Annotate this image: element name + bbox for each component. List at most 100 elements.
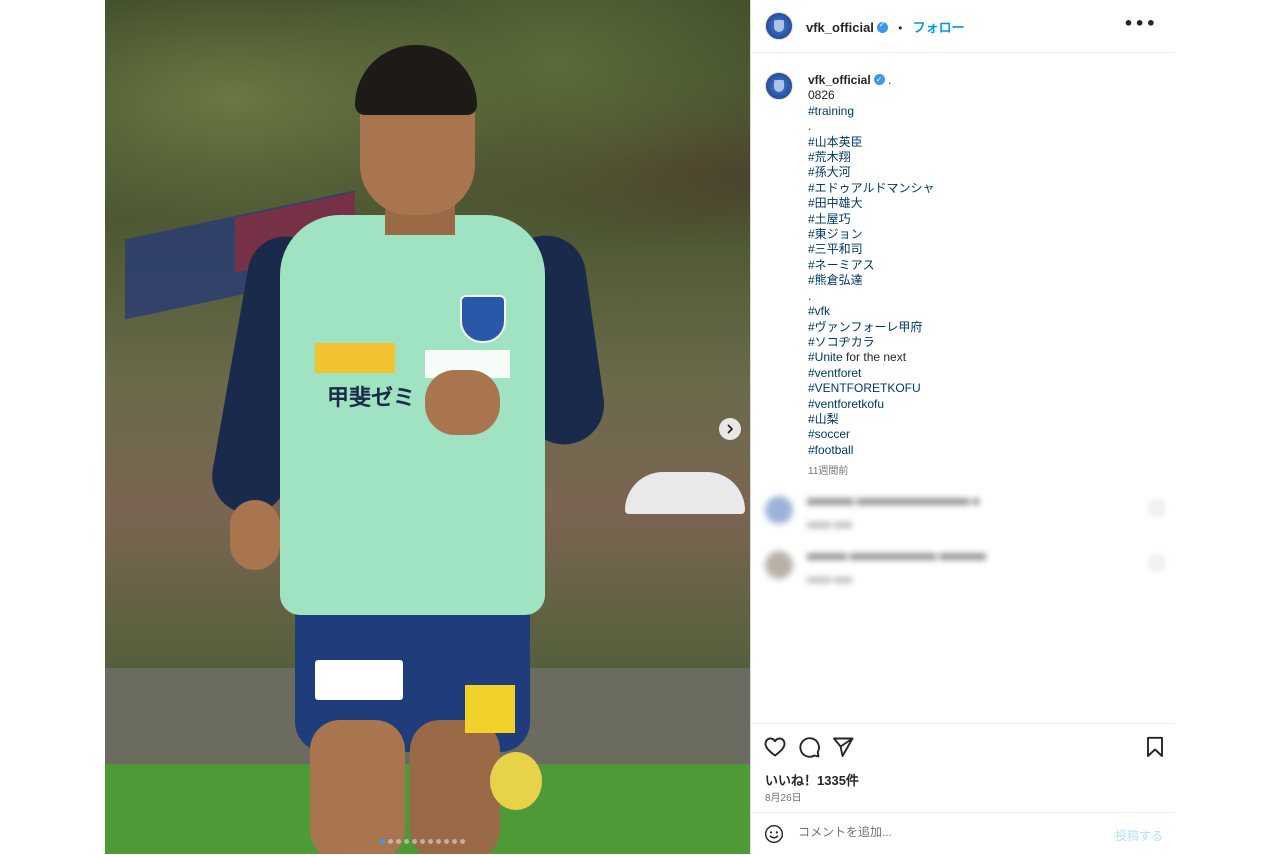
caption-line: #エドゥアルドマンシャ xyxy=(808,181,1148,196)
shirt-sponsor-text: 甲斐ゼミ xyxy=(327,386,416,411)
comment-avatar[interactable] xyxy=(765,496,793,524)
post-caption: vfk_official . 0826#training.#山本英臣#荒木翔#孫… xyxy=(808,72,1148,478)
hashtag-link[interactable]: #Unite xyxy=(808,350,843,364)
hashtag-link[interactable]: #soccer xyxy=(808,427,850,441)
caption-line: #ヴァンフォーレ甲府 xyxy=(808,320,1148,335)
caption-text: . xyxy=(808,288,812,303)
hashtag-link[interactable]: #ventforet xyxy=(808,366,861,380)
caption-line: #田中雄大 xyxy=(808,196,1148,211)
carousel-dot xyxy=(428,839,433,844)
player-shirt xyxy=(280,215,545,615)
follow-button[interactable]: フォロー xyxy=(913,20,965,35)
player-figure: 甲斐ゼミ xyxy=(105,0,750,854)
hashtag-link[interactable]: #エドゥアルドマンシャ xyxy=(808,181,935,195)
caption-line: 0826 xyxy=(808,88,1148,103)
comment-icon[interactable] xyxy=(797,735,821,759)
caption-line: . xyxy=(808,119,1148,134)
player-left-hand xyxy=(230,500,280,570)
post-details-panel: vfk_official • フォロー ••• vfk_official . 0… xyxy=(750,0,1176,854)
caption-text: 0826 xyxy=(808,88,835,103)
caption-line: . xyxy=(808,289,1148,304)
comment-bar: 投稿する xyxy=(751,812,1175,855)
comment-text: ■■■■■■■ ■■■■■■■■■■■■■■■■■ ■ xyxy=(807,496,980,508)
hashtag-link[interactable]: #荒木翔 xyxy=(808,150,851,164)
carousel-dot xyxy=(420,839,425,844)
caption-line: #ventforet xyxy=(808,366,1148,381)
post-comment-button[interactable]: 投稿する xyxy=(1115,827,1163,844)
carousel-dot xyxy=(404,839,409,844)
hashtag-link[interactable]: #東ジョン xyxy=(808,227,863,241)
verified-badge-icon xyxy=(876,20,888,33)
caption-line: #vfk xyxy=(808,304,1148,319)
caption-line: #三平和司 xyxy=(808,242,1148,257)
carousel-dot xyxy=(388,839,393,844)
comment-like-icon[interactable] xyxy=(1151,502,1163,514)
emoji-icon[interactable] xyxy=(764,824,784,844)
hashtag-link[interactable]: #ソコヂカラ xyxy=(808,335,875,349)
chevron-right-icon xyxy=(727,424,733,434)
caption-line: #Unite for the next xyxy=(808,350,1148,365)
hashtag-link[interactable]: #football xyxy=(808,443,853,457)
post-photo[interactable]: 甲斐ゼミ xyxy=(105,0,750,854)
player-right-hand xyxy=(425,370,500,435)
username-link[interactable]: vfk_official xyxy=(806,20,874,35)
comment-meta: ■■■■ ■■■ xyxy=(807,520,853,531)
carousel-dot xyxy=(396,839,401,844)
caption-lines: 0826 #training. #山本英臣 #荒木翔 #孫大河 #エドゥアルドマンシャ #田… xyxy=(808,88,1148,458)
hashtag-link[interactable]: #training xyxy=(808,104,854,118)
caption-line: #孫大河 xyxy=(808,165,1148,180)
hashtag-link[interactable]: #土屋巧 xyxy=(808,212,851,226)
caption-line: #soccer xyxy=(808,427,1148,442)
more-options-icon[interactable]: ••• xyxy=(1123,14,1157,33)
bookmark-icon[interactable] xyxy=(1143,735,1167,759)
caption-line: #土屋巧 xyxy=(808,212,1148,227)
caption-avatar[interactable] xyxy=(765,72,793,100)
post-time-ago: 11週間前 xyxy=(808,466,849,478)
hashtag-link[interactable]: #ヴァンフォーレ甲府 xyxy=(808,320,922,334)
caption-username-link[interactable]: vfk_official xyxy=(808,73,871,87)
carousel-next-button[interactable] xyxy=(719,418,741,440)
hashtag-link[interactable]: #孫大河 xyxy=(808,165,851,179)
comment-like-icon[interactable] xyxy=(1151,557,1163,569)
player-hair xyxy=(355,45,477,115)
caption-user-row: vfk_official . xyxy=(808,72,1148,88)
hashtag-link[interactable]: #山本英臣 xyxy=(808,135,863,149)
hashtag-link[interactable]: #山梨 xyxy=(808,412,839,426)
comment-input[interactable] xyxy=(798,825,1098,839)
shorts-sponsor-patch xyxy=(315,660,403,700)
comment-avatar[interactable] xyxy=(765,551,793,579)
avatar[interactable] xyxy=(765,12,793,40)
shirt-sponsor-patch xyxy=(315,343,395,373)
player-right-leg xyxy=(410,720,500,854)
post-actions: いいね！1335件 8月26日 xyxy=(751,723,1175,814)
heart-icon[interactable] xyxy=(763,735,787,759)
caption-line: #山本英臣 xyxy=(808,135,1148,150)
carousel-dot xyxy=(380,839,385,844)
header-user-row: vfk_official • フォロー xyxy=(806,17,965,36)
carousel-dot xyxy=(444,839,449,844)
hashtag-link[interactable]: #ネーミアス xyxy=(808,258,875,272)
hashtag-link[interactable]: #VENTFORETKOFU xyxy=(808,381,921,395)
comment-item: ■■■■■■ ■■■■■■■■■■■■■ ■■■■■■■ ■■■■ ■■■ xyxy=(759,545,1169,600)
hashtag-link[interactable]: #熊倉弘達 xyxy=(808,273,863,287)
caption-line: #ネーミアス xyxy=(808,258,1148,273)
carousel-dot xyxy=(460,839,465,844)
caption-line: #熊倉弘達 xyxy=(808,273,1148,288)
hashtag-link[interactable]: #三平和司 xyxy=(808,242,863,256)
caption-text: for the next xyxy=(842,350,907,365)
hashtag-link[interactable]: #田中雄大 xyxy=(808,196,863,210)
post-date: 8月26日 xyxy=(765,793,802,804)
caption-text: . xyxy=(808,119,812,134)
hashtag-link[interactable]: #vfk xyxy=(808,304,830,318)
player-left-leg xyxy=(310,720,405,854)
verified-badge-icon xyxy=(873,72,885,87)
carousel-dot xyxy=(436,839,441,844)
comment-meta: ■■■■ ■■■ xyxy=(807,575,853,586)
hashtag-link[interactable]: #ventforetkofu xyxy=(808,397,884,411)
share-icon[interactable] xyxy=(831,735,855,759)
caption-line: #東ジョン xyxy=(808,227,1148,242)
likes-count[interactable]: いいね！1335件 xyxy=(765,770,859,789)
caption-line: #VENTFORETKOFU xyxy=(808,381,1148,396)
comment-item: ■■■■■■■ ■■■■■■■■■■■■■■■■■ ■ ■■■■ ■■■ xyxy=(759,490,1169,545)
caption-line: #ソコヂカラ xyxy=(808,335,1148,350)
